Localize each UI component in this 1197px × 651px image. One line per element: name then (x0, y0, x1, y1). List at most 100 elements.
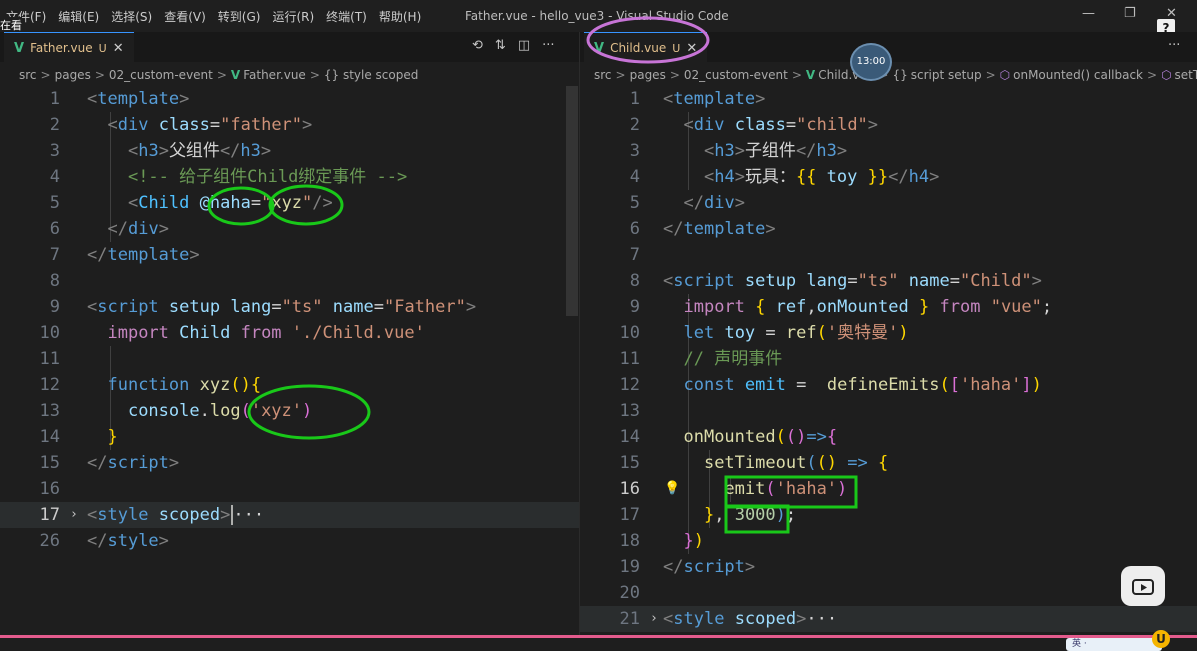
code-line: </script> (87, 453, 180, 473)
code-line: onMounted(()=>{ (683, 427, 838, 447)
more-actions-icon[interactable]: ··· (542, 38, 554, 53)
code-line: </style> (87, 531, 169, 551)
line-number: 20 (619, 583, 640, 603)
code-line: </script> (663, 557, 756, 577)
line-number: 15 (39, 453, 60, 473)
menu-edit[interactable]: 编辑(E) (52, 8, 105, 25)
tab-label: Father.vue (30, 41, 93, 55)
line-number: 6 (49, 219, 60, 239)
code-line: // 声明事件 (683, 349, 783, 369)
code-line: let toy = ref('奥特曼') (683, 323, 909, 343)
tab-child-vue[interactable]: V Child.vue U ✕ (584, 32, 708, 63)
tab-label: Child.vue (610, 41, 667, 55)
line-number: 17 (619, 505, 640, 525)
line-number: 16 (39, 479, 60, 499)
breadcrumb-item[interactable]: 02_custom-event (109, 68, 213, 82)
breadcrumb-item[interactable]: src (19, 68, 37, 82)
breadcrumb-item[interactable]: src (594, 68, 612, 82)
code-line: const emit = defineEmits(['haha']) (683, 375, 1042, 395)
menu-bar: 文件(F) 编辑(E) 选择(S) 查看(V) 转到(G) 运行(R) 终端(T… (0, 8, 427, 25)
code-line: </div> (107, 219, 169, 239)
right-code-editor[interactable]: 1 <template> 2 <div class="child"> 3 <h3… (580, 86, 1197, 635)
code-line: <Child @haha="xyz"/> (127, 193, 333, 213)
minimize-icon[interactable]: — (1082, 6, 1095, 21)
breadcrumb-item[interactable]: pages (55, 68, 91, 82)
fold-chevron-icon[interactable]: › (650, 606, 658, 632)
menu-terminal[interactable]: 终端(T) (320, 8, 373, 25)
line-number: 12 (39, 375, 60, 395)
line-number: 1 (629, 89, 640, 109)
code-line: setTimeout(() => { (703, 453, 889, 473)
line-number: 10 (39, 323, 60, 343)
line-number: 14 (39, 427, 60, 447)
code-line: import Child from './Child.vue' (107, 323, 425, 343)
breadcrumb-item[interactable]: onMounted() callback (1013, 68, 1143, 82)
code-line: <style scoped>··· (663, 609, 838, 629)
line-number: 2 (49, 115, 60, 135)
line-number: 14 (619, 427, 640, 447)
tab-father-vue[interactable]: V Father.vue U ✕ (4, 32, 134, 63)
play-icon[interactable] (1121, 566, 1165, 606)
line-number: 13 (39, 401, 60, 421)
editor-actions: ··· (1168, 38, 1180, 53)
line-number: 8 (49, 271, 60, 291)
function-icon: ⬡ (1161, 68, 1172, 82)
menu-help[interactable]: 帮助(H) (373, 8, 427, 25)
ime-indicator: 英 · (1066, 638, 1162, 651)
code-line: <script setup lang="ts" name="Child"> (663, 271, 1042, 291)
line-number: 9 (49, 297, 60, 317)
code-line: emit('haha') (724, 479, 848, 499)
line-number: 1 (49, 89, 60, 109)
close-tab-icon[interactable]: ✕ (686, 41, 697, 56)
untracked-badge: U (672, 41, 681, 55)
breadcrumb-item[interactable]: {} style scoped (324, 68, 418, 82)
vue-file-icon: V (805, 68, 816, 82)
vue-file-icon: V (14, 40, 25, 56)
breadcrumb-item[interactable]: 02_custom-event (684, 68, 788, 82)
close-tab-icon[interactable]: ✕ (113, 41, 124, 56)
line-number: 19 (619, 557, 640, 577)
code-line: <template> (663, 89, 766, 109)
code-line: <style scoped>··· (87, 505, 265, 525)
code-line: <!-- 给子组件Child绑定事件 --> (127, 167, 408, 187)
more-actions-icon[interactable]: ··· (1168, 38, 1180, 53)
float-label: 在看 (0, 17, 22, 33)
line-number: 26 (39, 531, 60, 551)
line-number: 15 (619, 453, 640, 473)
line-number: 7 (49, 245, 60, 265)
line-number: 11 (39, 349, 60, 369)
menu-selection[interactable]: 选择(S) (105, 8, 158, 25)
function-icon: ⬡ (999, 68, 1011, 82)
timeline-icon[interactable]: ⟲ (472, 38, 483, 53)
breadcrumb-item[interactable]: Father.vue (243, 68, 306, 82)
breadcrumb-item[interactable]: setTimeout (1175, 68, 1197, 82)
restore-icon[interactable]: ❐ (1124, 6, 1136, 21)
compare-icon[interactable]: ⇅ (495, 38, 506, 53)
code-line: <h3>子组件</h3> (703, 141, 848, 161)
fold-chevron-icon[interactable]: › (70, 502, 78, 528)
menu-view[interactable]: 查看(V) (158, 8, 212, 25)
left-code-editor[interactable]: 1 <template> 2 <div class="father"> 3 <h… (0, 86, 579, 635)
line-number: 4 (629, 167, 640, 187)
line-number: 10 (619, 323, 640, 343)
breadcrumb-item[interactable]: script setup (911, 68, 982, 82)
code-line: <div class="father"> (107, 115, 313, 135)
breadcrumb-item[interactable]: pages (630, 68, 666, 82)
menu-go[interactable]: 转到(G) (212, 8, 267, 25)
app-badge: U (1152, 630, 1170, 648)
braces-icon: {} (892, 68, 908, 82)
menu-run[interactable]: 运行(R) (266, 8, 320, 25)
bottom-strip (0, 638, 1197, 651)
line-number: 21 (619, 609, 640, 629)
line-number: 17 (39, 505, 60, 525)
split-editor-icon[interactable]: ◫ (518, 38, 530, 53)
vue-file-icon: V (230, 68, 241, 82)
line-number: 5 (629, 193, 640, 213)
title-bar: 文件(F) 编辑(E) 选择(S) 查看(V) 转到(G) 运行(R) 终端(T… (0, 0, 1197, 32)
code-line: <script setup lang="ts" name="Father"> (87, 297, 477, 317)
avatar: 13:00 (850, 43, 892, 81)
line-number: 12 (619, 375, 640, 395)
breadcrumb: src > pages > 02_custom-event > V Father.vu… (19, 68, 419, 82)
code-line: <h3>父组件</h3> (127, 141, 272, 161)
left-scrollbar[interactable] (566, 86, 578, 316)
